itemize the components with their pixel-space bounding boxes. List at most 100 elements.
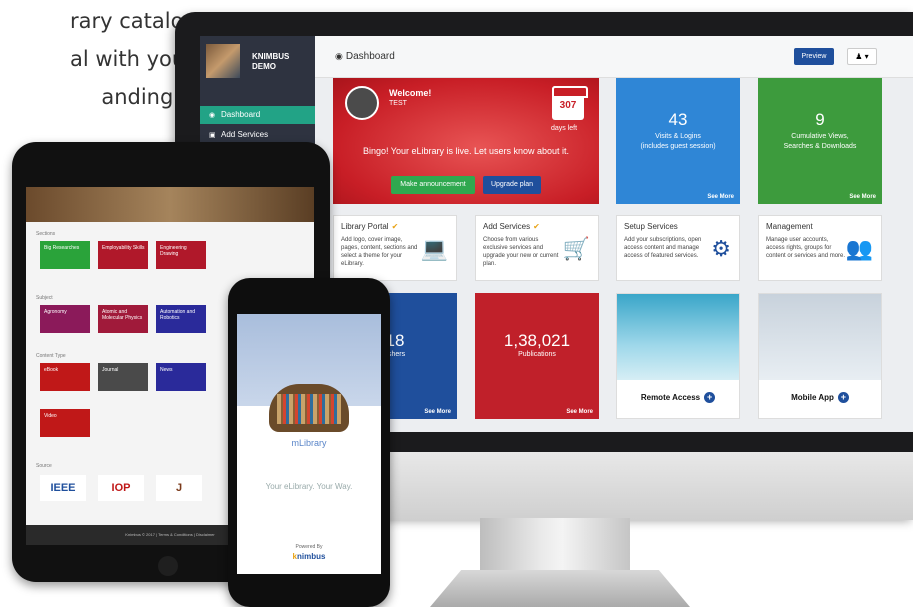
phone-screen: mLibrary Your eLibrary. Your Way. Powere… <box>237 314 381 574</box>
home-button[interactable] <box>158 556 178 576</box>
thumb-label: Video <box>44 413 57 419</box>
thumb-label: Automation and Robotics <box>160 309 196 321</box>
section-thumb[interactable]: Engineering Drawing <box>156 241 206 269</box>
remote-access-caption: Remote Access + <box>617 392 739 403</box>
mobile-app-caption: Mobile App + <box>759 392 881 403</box>
cart-plus-icon: 🛒 <box>562 236 590 261</box>
section-heading: Sections <box>36 231 56 237</box>
mobile-app-tile[interactable]: Mobile App + <box>758 293 882 419</box>
logo-word: nimbus <box>297 552 326 561</box>
visits-label: Visits & Logins (includes guest session) <box>616 132 740 152</box>
section-heading: Source <box>36 463 52 469</box>
ieee-logo[interactable]: IEEE <box>40 475 86 501</box>
views-label-line: Searches & Downloads <box>783 143 857 150</box>
type-thumb[interactable]: News <box>156 363 206 391</box>
subject-thumb[interactable]: Agronomy <box>40 305 90 333</box>
gears-icon: ⚙ <box>711 236 731 261</box>
preview-button[interactable]: Preview <box>794 48 834 65</box>
upgrade-plan-button[interactable]: Upgrade plan <box>483 176 541 194</box>
calendar-icon: 307 <box>552 86 588 120</box>
welcome-title: Welcome! <box>389 88 432 98</box>
user-menu-button[interactable]: ♟ ▾ <box>847 48 877 65</box>
thumb-label: Journal <box>102 367 119 373</box>
views-tile[interactable]: 9 Cumulative Views, Searches & Downloads … <box>758 78 882 204</box>
see-more-link[interactable]: See More <box>566 409 593 415</box>
views-label: Cumulative Views, Searches & Downloads <box>758 132 882 152</box>
card-description: Manage user accounts, access rights, gro… <box>766 237 846 259</box>
visits-tile[interactable]: 43 Visits & Logins (includes guest sessio… <box>616 78 740 204</box>
setup-services-card[interactable]: Setup Services Add your subscriptions, o… <box>616 215 740 281</box>
sidebar-item-label: Add Services <box>221 130 269 139</box>
iop-logo[interactable]: IOP <box>98 475 144 501</box>
brand-logo <box>206 44 240 78</box>
video-thumb[interactable]: Video <box>40 409 90 437</box>
days-left-label: days left <box>551 125 578 132</box>
dashboard-icon: ◉ <box>209 112 216 119</box>
views-count: 9 <box>815 110 825 129</box>
make-announcement-button[interactable]: Make announcement <box>391 176 475 194</box>
app-slogan: Your eLibrary. Your Way. <box>265 482 353 491</box>
powered-by: Powered By <box>295 544 323 550</box>
section-thumb[interactable]: Employability Skills <box>98 241 148 269</box>
tablet-hero-image <box>26 187 314 222</box>
publications-count: 1,38,021 <box>503 331 571 350</box>
visits-label-line: (includes guest session) <box>640 143 716 150</box>
showcase: rary catalog al with your anding. KNIMBU… <box>0 0 913 607</box>
monitor-stand <box>480 518 630 576</box>
tagline-line: al with your <box>70 47 194 71</box>
phone-device: mLibrary Your eLibrary. Your Way. Powere… <box>228 278 390 607</box>
tagline-line: anding. <box>101 85 180 109</box>
card-title: Add Services ✔ <box>483 222 540 231</box>
brand-name: KNIMBUS DEMO <box>252 52 290 71</box>
card-title: Library Portal ✔ <box>341 222 398 231</box>
users-icon: 👥 <box>845 236 873 261</box>
type-thumb[interactable]: eBook <box>40 363 90 391</box>
see-more-link[interactable]: See More <box>707 194 734 200</box>
marketing-tagline: rary catalog al with your anding. <box>70 2 197 116</box>
topbar: ◉ Dashboard Preview ♟ ▾ <box>315 36 913 78</box>
dashboard-icon: ◉ <box>335 51 343 61</box>
remote-access-illustration <box>617 294 739 380</box>
thumb-label: Atomic and Molecular Physics <box>102 309 143 321</box>
see-more-link[interactable]: See More <box>424 409 451 415</box>
publications-tile[interactable]: 1,38,021 Publications See More <box>475 293 599 419</box>
library-cloud-logo <box>269 384 349 432</box>
thumb-label: Big Researches <box>44 245 80 251</box>
plus-icon[interactable]: + <box>837 392 849 403</box>
visits-count: 43 <box>668 110 688 129</box>
card-title-text: Add Services <box>483 222 531 231</box>
section-heading: Content Type <box>36 353 66 359</box>
sidebar-item-label: Dashboard <box>221 110 261 119</box>
visits-label-line: Visits & Logins <box>655 133 701 140</box>
card-title: Management <box>766 222 813 231</box>
tile-caption-text: Remote Access <box>640 393 701 402</box>
type-thumb[interactable]: Journal <box>98 363 148 391</box>
section-heading: Subject <box>36 295 53 301</box>
journal-logo[interactable]: J <box>156 475 202 501</box>
remote-access-tile[interactable]: Remote Access + <box>616 293 740 419</box>
page-title: ◉ Dashboard <box>335 51 395 62</box>
library-portal-card[interactable]: Library Portal ✔ Add logo, cover image, p… <box>333 215 457 281</box>
check-icon: ✔ <box>391 222 399 231</box>
thumb-label: Engineering Drawing <box>160 245 187 257</box>
welcome-tile: Welcome! TEST 307 days left Bingo! Your … <box>333 78 599 204</box>
live-message: Bingo! Your eLibrary is live. Let users … <box>362 146 570 156</box>
sidebar-item-dashboard[interactable]: ◉ Dashboard <box>200 106 315 124</box>
card-description: Add logo, cover image, pages, content, s… <box>341 237 418 267</box>
knimbus-logo: knimbus <box>237 552 381 561</box>
card-title-text: Setup Services <box>624 222 678 231</box>
views-label-line: Cumulative Views, <box>791 133 849 140</box>
check-icon: ✔ <box>533 222 540 231</box>
subject-thumb[interactable]: Atomic and Molecular Physics <box>98 305 148 333</box>
mobile-app-illustration <box>759 294 881 380</box>
plus-icon[interactable]: + <box>704 392 716 403</box>
add-services-card[interactable]: Add Services ✔ Choose from various exclus… <box>475 215 599 281</box>
section-thumb[interactable]: Big Researches <box>40 241 90 269</box>
see-more-link[interactable]: See More <box>849 194 876 200</box>
management-card[interactable]: Management Manage user accounts, access … <box>758 215 882 281</box>
subject-thumb[interactable]: Automation and Robotics <box>156 305 206 333</box>
tagline-line: rary catalog <box>70 9 197 33</box>
app-name: mLibrary <box>291 438 327 448</box>
thumb-label: Employability Skills <box>102 245 145 251</box>
days-count: 307 <box>559 100 577 111</box>
